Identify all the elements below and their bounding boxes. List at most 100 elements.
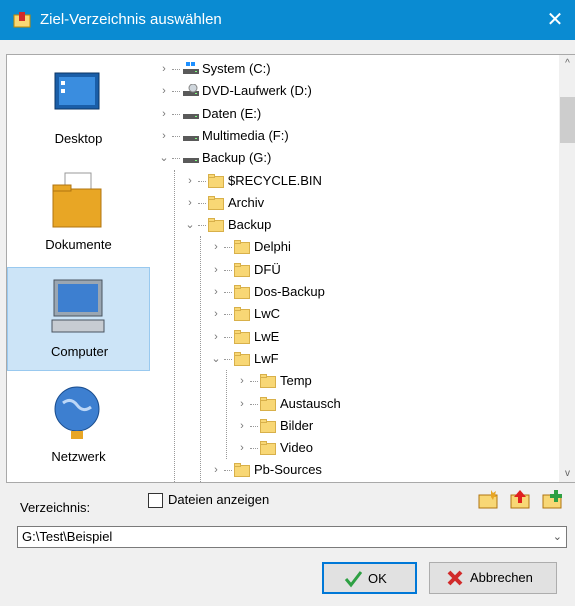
place-label: Dokumente — [45, 237, 112, 252]
place-label: Netzwerk — [51, 449, 106, 464]
drive-icon — [183, 135, 199, 141]
place-computer[interactable]: Computer — [7, 267, 150, 371]
network-globe-icon — [54, 386, 100, 439]
chevron-right-icon[interactable]: › — [210, 259, 222, 281]
ok-button[interactable]: OK — [322, 562, 417, 594]
cancel-button[interactable]: Abbrechen — [429, 562, 557, 594]
show-files-option[interactable]: Dateien anzeigen — [148, 490, 269, 510]
place-network[interactable]: Netzwerk — [7, 373, 150, 477]
chevron-right-icon[interactable]: › — [236, 393, 248, 415]
tree-connector — [172, 135, 180, 138]
chevron-right-icon[interactable]: › — [210, 326, 222, 348]
new-folder-icon[interactable] — [477, 488, 499, 510]
tree-item-label: LwC — [254, 306, 281, 322]
app-icon — [13, 12, 31, 28]
chevron-right-icon[interactable]: › — [236, 437, 248, 459]
tree-connector — [250, 381, 258, 383]
folder-icon — [234, 307, 250, 322]
close-button[interactable]: ✕ — [535, 0, 575, 40]
place-documents[interactable]: Dokumente — [7, 161, 150, 265]
tree-connector — [198, 180, 206, 183]
tree-connector — [224, 336, 232, 339]
scroll-thumb[interactable] — [560, 97, 575, 143]
tree-item-label: $RECYCLE.BIN — [228, 172, 322, 188]
tree-item-label: LwF — [254, 350, 279, 366]
folder-icon — [260, 441, 276, 456]
title-bar: Ziel-Verzeichnis auswählen ✕ — [0, 0, 575, 40]
desktop-icon — [54, 72, 100, 110]
chevron-right-icon[interactable]: › — [236, 415, 248, 437]
tree-item-label: Backup — [228, 217, 272, 233]
folder-icon — [234, 463, 250, 478]
tree-item-label: Archiv — [228, 194, 265, 210]
chevron-down-icon[interactable]: ⌄ — [553, 527, 562, 547]
tree-connector — [224, 269, 232, 272]
place-desktop[interactable]: Desktop — [7, 55, 150, 159]
folder-icon — [234, 240, 250, 255]
tree-connector — [172, 91, 180, 93]
chevron-right-icon[interactable]: › — [236, 370, 248, 392]
tree-connector — [250, 403, 258, 406]
drive-icon — [183, 113, 199, 119]
ok-label: OK — [368, 571, 387, 586]
folder-icon — [260, 418, 276, 433]
system-drive-icon — [183, 62, 199, 74]
cancel-label: Abbrechen — [470, 570, 533, 585]
tree-item-label: LwE — [254, 328, 280, 344]
folder-icon — [208, 195, 224, 210]
folder-icon — [208, 218, 224, 233]
tree-connector — [224, 292, 232, 294]
tree-connector — [172, 113, 180, 116]
x-icon — [447, 570, 463, 586]
chevron-right-icon[interactable]: › — [210, 236, 222, 258]
places-bar: Desktop Dokumente Computer Netzwerk — [6, 54, 151, 483]
chevron-right-icon[interactable]: › — [158, 80, 170, 102]
chevron-down-icon[interactable]: ⌄ — [210, 348, 222, 370]
path-combobox[interactable]: G:\Test\Beispiel ⌄ — [17, 526, 567, 548]
tree-connector — [172, 69, 180, 71]
folder-icon — [234, 285, 250, 299]
add-folder-icon[interactable] — [541, 488, 563, 510]
tree-connector — [224, 358, 232, 361]
show-files-label: Dateien anzeigen — [168, 492, 270, 507]
folder-up-icon[interactable] — [509, 488, 531, 510]
tree-item-label: Bilder — [280, 417, 314, 433]
place-label: Desktop — [54, 131, 103, 146]
chevron-right-icon[interactable]: › — [158, 58, 170, 80]
chevron-down-icon[interactable]: ⌄ — [184, 214, 196, 236]
folder-icon — [234, 351, 250, 366]
tree-connector — [250, 448, 258, 450]
folder-toolbar — [467, 488, 563, 513]
scroll-down-button[interactable]: v — [559, 465, 575, 482]
chevron-right-icon[interactable]: › — [184, 170, 196, 192]
tree-item-label: Backup (G:) — [202, 150, 272, 166]
path-value: G:\Test\Beispiel — [22, 529, 113, 544]
folder-icon — [260, 396, 276, 411]
chevron-right-icon[interactable]: › — [158, 125, 170, 147]
tree-connector — [224, 314, 232, 316]
tree-connector — [172, 158, 180, 160]
chevron-right-icon[interactable]: › — [210, 281, 222, 303]
folder-icon — [234, 262, 250, 277]
chevron-down-icon[interactable]: ⌄ — [158, 147, 170, 169]
path-label: Verzeichnis: — [20, 500, 91, 515]
checkmark-icon — [344, 571, 362, 588]
chevron-right-icon[interactable]: › — [184, 192, 196, 214]
tree-item-label: Pb-Sources — [254, 462, 322, 478]
vertical-scrollbar[interactable]: ^ v — [559, 55, 575, 482]
tree-connector — [250, 425, 258, 428]
tree-connector — [198, 202, 206, 205]
chevron-right-icon[interactable]: › — [210, 459, 222, 481]
show-files-checkbox[interactable] — [148, 493, 163, 509]
chevron-right-icon[interactable]: › — [158, 103, 170, 125]
scroll-up-button[interactable]: ^ — [559, 55, 575, 72]
chevron-right-icon[interactable]: › — [210, 303, 222, 325]
tree-item-label: Dos-Backup — [254, 284, 325, 299]
folder-tree[interactable]: ^ v › System (C:) › DVD-Laufwerk (D:) › Daten… — [150, 54, 575, 483]
tree-item-label: DVD-Laufwerk (D:) — [202, 83, 312, 99]
tree-item-label: Daten (E:) — [202, 105, 262, 121]
dvd-drive-icon — [183, 84, 199, 97]
tree-item-label: Video — [280, 440, 314, 456]
tree-item-label: Delphi — [254, 239, 291, 255]
window-title: Ziel-Verzeichnis auswählen — [40, 11, 222, 28]
